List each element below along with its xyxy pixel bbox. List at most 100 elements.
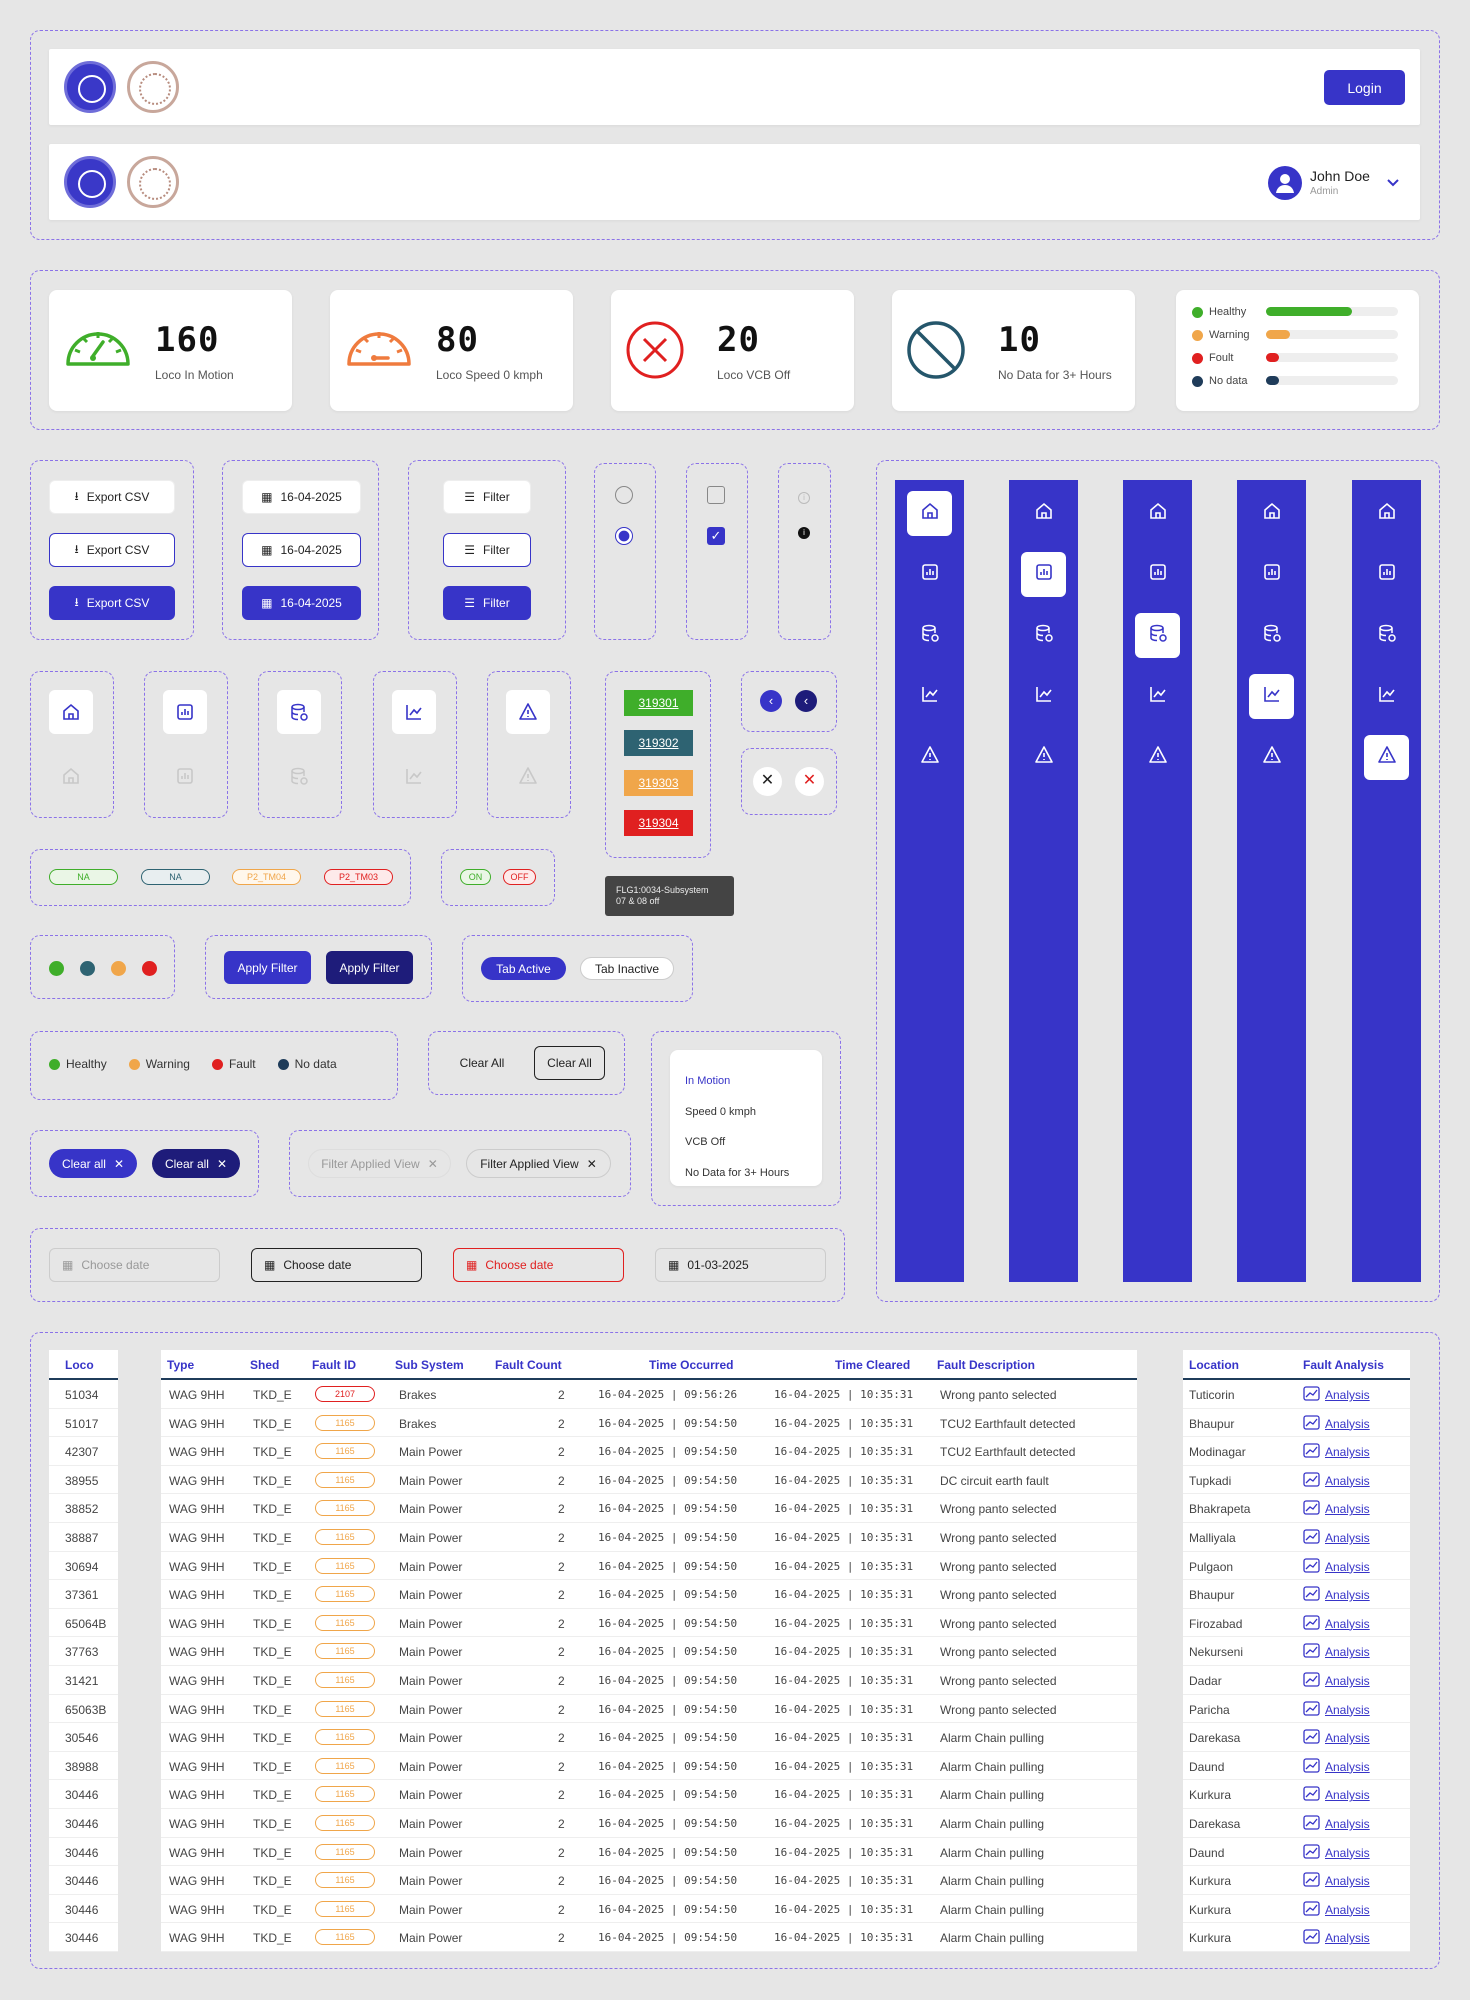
analysis-link[interactable]: Analysis: [1303, 1929, 1370, 1947]
table-row[interactable]: 42307 WAG 9HH TKD_E 1165 Main Power 2 16…: [49, 1437, 1410, 1466]
close-icon[interactable]: ✕: [428, 1157, 438, 1171]
sidebar-item-report[interactable]: [1249, 552, 1294, 597]
column-header[interactable]: Location: [1189, 1358, 1239, 1372]
analysis-link[interactable]: Analysis: [1303, 1386, 1370, 1404]
fault-id-badge[interactable]: 1165: [315, 1443, 375, 1460]
analysis-link[interactable]: Analysis: [1303, 1615, 1370, 1633]
date-input[interactable]: ▦ Choose date: [49, 1248, 220, 1282]
radio-checked[interactable]: [615, 527, 633, 545]
table-row[interactable]: 51034 WAG 9HH TKD_E 2107 Brakes 2 16-04-…: [49, 1380, 1410, 1409]
fault-id-badge[interactable]: 1165: [315, 1586, 375, 1603]
login-button[interactable]: Login: [1324, 70, 1405, 105]
export-csv-button[interactable]: ⭳ Export CSV: [49, 533, 175, 567]
export-csv-button[interactable]: ⭳ Export CSV: [49, 480, 175, 514]
tab-inactive[interactable]: Tab Inactive: [580, 957, 674, 980]
column-header[interactable]: Time Cleared: [835, 1358, 910, 1372]
table-row[interactable]: 30446 WAG 9HH TKD_E 1165 Main Power 2 16…: [49, 1866, 1410, 1895]
fault-id-badge[interactable]: 1165: [315, 1614, 375, 1631]
analysis-link[interactable]: Analysis: [1303, 1672, 1370, 1690]
date-input[interactable]: ▦ Choose date: [453, 1248, 624, 1282]
analysis-link[interactable]: Analysis: [1303, 1758, 1370, 1776]
radio-unchecked[interactable]: [615, 486, 633, 504]
table-row[interactable]: 30694 WAG 9HH TKD_E 1165 Main Power 2 16…: [49, 1552, 1410, 1581]
analysis-link[interactable]: Analysis: [1303, 1443, 1370, 1461]
table-row[interactable]: 38887 WAG 9HH TKD_E 1165 Main Power 2 16…: [49, 1523, 1410, 1552]
on-badge[interactable]: ON: [460, 869, 491, 885]
analysis-link[interactable]: Analysis: [1303, 1700, 1370, 1719]
checkbox-checked[interactable]: ✓: [707, 527, 725, 545]
analysis-link[interactable]: Analysis: [1303, 1529, 1370, 1547]
column-header[interactable]: Fault Count: [495, 1358, 562, 1372]
fault-id-badge[interactable]: 1165: [315, 1529, 375, 1545]
analysis-link[interactable]: Analysis: [1303, 1786, 1370, 1804]
sidebar-item-report[interactable]: [907, 552, 952, 597]
table-row[interactable]: 30446 WAG 9HH TKD_E 1165 Main Power 2 16…: [49, 1838, 1410, 1867]
sidebar-item-warning[interactable]: [1135, 735, 1180, 780]
sidebar-item-home[interactable]: [1135, 491, 1180, 536]
apply-filter-button[interactable]: Apply Filter: [326, 951, 413, 984]
table-row[interactable]: 37763 WAG 9HH TKD_E 1165 Main Power 2 16…: [49, 1637, 1410, 1666]
analysis-link[interactable]: Analysis: [1303, 1500, 1370, 1518]
clear-all-button[interactable]: Clear All: [447, 1046, 517, 1080]
fault-id-badge[interactable]: 1165: [315, 1700, 375, 1717]
warning-icon[interactable]: [506, 690, 550, 734]
analysis-link[interactable]: Analysis: [1303, 1729, 1370, 1747]
date-button[interactable]: ▦ 16-04-2025: [242, 480, 361, 514]
sidebar-item-database[interactable]: [1249, 613, 1294, 658]
close-icon[interactable]: ✕: [114, 1157, 124, 1171]
column-header[interactable]: Fault ID: [312, 1358, 356, 1372]
table-row[interactable]: 65063B WAG 9HH TKD_E 1165 Main Power 2 1…: [49, 1695, 1410, 1724]
fault-id-badge[interactable]: 1165: [315, 1929, 375, 1946]
export-csv-button[interactable]: ⭳ Export CSV: [49, 586, 175, 620]
clear-all-chip[interactable]: Clear all ✕: [49, 1149, 137, 1178]
user-menu[interactable]: John Doe Admin: [1268, 163, 1408, 201]
sidebar-item-home[interactable]: [1249, 491, 1294, 536]
analysis-link[interactable]: Analysis: [1303, 1472, 1370, 1490]
clear-all-chip[interactable]: Clear all ✕: [152, 1149, 240, 1178]
checkbox-unchecked[interactable]: [707, 486, 725, 504]
table-row[interactable]: 65064B WAG 9HH TKD_E 1165 Main Power 2 1…: [49, 1609, 1410, 1638]
date-input[interactable]: ▦ Choose date: [251, 1248, 422, 1282]
table-row[interactable]: 37361 WAG 9HH TKD_E 1165 Main Power 2 16…: [49, 1580, 1410, 1609]
fault-id-badge[interactable]: 1165: [315, 1643, 375, 1660]
table-row[interactable]: 30446 WAG 9HH TKD_E 1165 Main Power 2 16…: [49, 1923, 1410, 1952]
sidebar-item-database[interactable]: [1135, 613, 1180, 658]
sidebar-item-trend[interactable]: [1249, 674, 1294, 719]
sidebar-item-home[interactable]: [1021, 491, 1066, 536]
filter-button[interactable]: ☰ Filter: [443, 480, 531, 514]
column-header[interactable]: Loco: [65, 1358, 94, 1372]
trend-icon[interactable]: [392, 690, 436, 734]
sidebar-item-report[interactable]: [1135, 552, 1180, 597]
column-header[interactable]: Shed: [250, 1358, 279, 1372]
dropdown-item[interactable]: Speed 0 kmph: [685, 1097, 807, 1128]
clear-all-button[interactable]: Clear All: [534, 1046, 605, 1080]
filter-chip[interactable]: Filter Applied View ✕: [466, 1149, 611, 1178]
sidebar-item-warning[interactable]: [1364, 735, 1409, 780]
sidebar-item-database[interactable]: [1021, 613, 1066, 658]
filter-button[interactable]: ☰ Filter: [443, 586, 531, 620]
analysis-link[interactable]: Analysis: [1303, 1643, 1370, 1661]
date-button[interactable]: ▦ 16-04-2025: [242, 586, 361, 620]
fault-id-badge[interactable]: 1165: [315, 1672, 375, 1688]
fault-id-badge[interactable]: 2107: [315, 1386, 375, 1402]
fault-id-badge[interactable]: 1165: [315, 1786, 375, 1803]
column-header[interactable]: Type: [167, 1358, 194, 1372]
chevron-down-icon[interactable]: [1386, 175, 1400, 193]
sidebar-item-trend[interactable]: [1364, 674, 1409, 719]
analysis-link[interactable]: Analysis: [1303, 1557, 1370, 1576]
dropdown-item[interactable]: VCB Off: [685, 1127, 807, 1158]
column-header[interactable]: Fault Description: [937, 1358, 1035, 1372]
sidebar-item-warning[interactable]: [907, 735, 952, 780]
fault-id-badge[interactable]: 1165: [315, 1843, 375, 1860]
sidebar-item-warning[interactable]: [1021, 735, 1066, 780]
close-icon[interactable]: ✕: [217, 1157, 227, 1171]
column-header[interactable]: Fault Analysis: [1303, 1358, 1384, 1372]
sidebar-item-trend[interactable]: [1135, 674, 1180, 719]
date-input[interactable]: ▦ 01-03-2025: [655, 1248, 826, 1282]
table-row[interactable]: 38852 WAG 9HH TKD_E 1165 Main Power 2 16…: [49, 1494, 1410, 1523]
close-icon[interactable]: ✕: [795, 767, 824, 796]
close-icon[interactable]: ✕: [587, 1157, 597, 1171]
analysis-link[interactable]: Analysis: [1303, 1586, 1370, 1604]
fault-id-badge[interactable]: 1165: [315, 1414, 375, 1431]
table-row[interactable]: 30446 WAG 9HH TKD_E 1165 Main Power 2 16…: [49, 1780, 1410, 1809]
